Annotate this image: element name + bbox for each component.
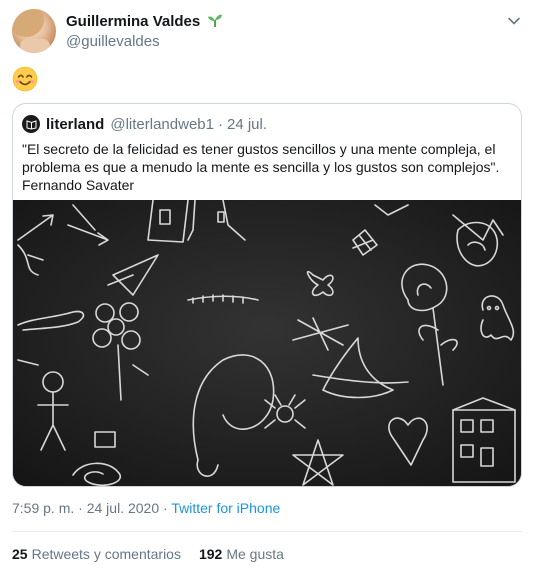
divider [12,531,522,532]
chevron-down-icon[interactable] [506,13,522,29]
quoted-author-handle[interactable]: @literlandweb1 [110,116,214,133]
likes-stat[interactable]: 192 Me gusta [199,546,284,562]
book-icon [26,119,36,130]
meta-separator: · [78,500,83,516]
literland-logo-icon[interactable] [22,115,40,133]
avatar-hair [12,9,44,37]
avatar[interactable] [12,9,56,53]
quoted-text-line: problema es que a menudo la mente es sen… [22,159,500,175]
tweet-stats: 25 Retweets y comentarios 192 Me gusta [12,546,302,562]
quoted-author-name[interactable]: literland [46,116,104,133]
quoted-tweet[interactable]: literland @literlandweb1 · 24 jul. "El s… [12,103,522,487]
quoted-text-line: "El secreto de la felicidad es tener gus… [22,141,496,157]
retweets-label: Retweets y comentarios [31,546,181,562]
author-name[interactable]: Guillermina Valdes [66,13,200,30]
meta-separator: · [163,500,168,516]
quoted-separator: · [217,115,223,133]
retweets-count: 25 [12,546,28,562]
author-name-row[interactable]: Guillermina Valdes [66,13,223,30]
sprout-icon [208,14,223,27]
quoted-text-line: Fernando Savater [22,177,135,193]
tweet-time[interactable]: 7:59 p. m. [12,500,74,516]
quoted-tweet-header: literland @literlandweb1 · 24 jul. [22,114,267,134]
tweet-meta: 7:59 p. m. · 24 jul. 2020 · Twitter for … [12,500,280,516]
quoted-tweet-text: "El secreto de la felicidad es tener gus… [22,140,512,194]
tweet-date[interactable]: 24 jul. 2020 [87,500,159,516]
retweets-stat[interactable]: 25 Retweets y comentarios [12,546,181,562]
quoted-date[interactable]: 24 jul. [227,116,267,133]
tweet-source-link[interactable]: Twitter for iPhone [171,500,280,516]
chalk-drawing [13,200,521,486]
author-handle[interactable]: @guillevaldes [66,33,160,50]
chalkboard-doodles-image[interactable] [13,200,521,486]
likes-label: Me gusta [226,546,284,562]
smiling-face-icon [12,66,38,92]
tweet-card: Guillermina Valdes @guillevaldes literla… [0,0,534,570]
likes-count: 192 [198,546,223,562]
avatar-arm [20,39,50,53]
